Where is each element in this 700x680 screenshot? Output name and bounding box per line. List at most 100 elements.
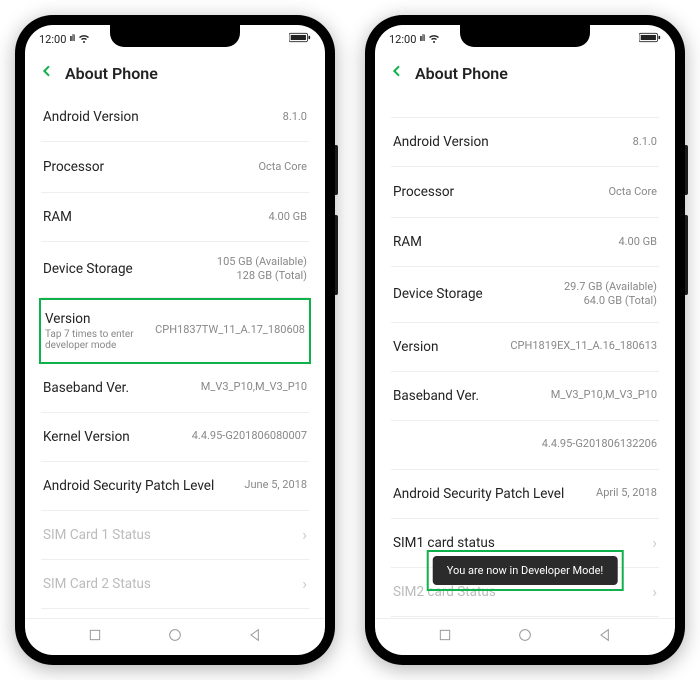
toast-developer-mode: You are now in Developer Mode! [433,556,618,585]
row-label: RAM [43,209,72,225]
row-partial-top[interactable]: ColorOS Version [391,93,659,118]
chevron-right-icon: › [652,582,657,601]
row-label: Android Version [393,134,489,150]
notch [110,25,240,47]
chevron-right-icon: › [652,533,657,552]
signal-icon: ıılI [69,34,74,44]
row-label: Device Storage [393,286,483,302]
row-label: SIM Card 1 Status [43,527,151,543]
chevron-right-icon: › [302,574,307,593]
row-label: Processor [393,184,454,200]
row-android-version[interactable]: Android Version 8.1.0 [41,93,309,142]
status-time: 12:00 [389,33,416,46]
side-button [335,145,338,195]
row-value: 4.4.95-G201806132206 [542,437,657,451]
row-processor[interactable]: Processor Octa Core [391,167,659,218]
storage-total: 64.0 GB (Total) [584,294,657,308]
row-value: CPH1819EX_11_A.16_180613 [510,339,657,353]
screen-left: 12:00 ıılI About Phone Android Version [25,25,325,655]
row-subtext: Tap 7 times to enter developer mode [45,329,155,351]
storage-total: 128 GB (Total) [236,269,307,283]
row-label: Android Version [43,109,139,125]
nav-recent-icon[interactable] [437,627,453,647]
row-value: M_V3_P10,M_V3_P10 [201,380,307,394]
wifi-icon [78,32,90,47]
row-version[interactable]: Version Tap 7 times to enter developer m… [41,300,309,362]
nav-bar [375,618,675,655]
row-baseband[interactable]: Baseband Ver. M_V3_P10,M_V3_P10 [41,364,309,413]
row-ram[interactable]: RAM 4.00 GB [41,193,309,242]
highlight-version: Version Tap 7 times to enter developer m… [39,298,311,364]
row-label: SIM1 card status [393,535,495,551]
row-processor[interactable]: Processor Octa Core [41,142,309,193]
toast-highlight: You are now in Developer Mode! [427,550,624,591]
row-android-version[interactable]: Android Version 8.1.0 [391,118,659,167]
nav-bar [25,618,325,655]
row-status[interactable]: Status › [41,609,309,618]
row-label: Baseband Ver. [393,388,479,404]
row-label: Device Storage [43,261,133,277]
row-baseband[interactable]: Baseband Ver. M_V3_P10,M_V3_P10 [391,372,659,421]
row-value: Octa Core [258,160,307,174]
row-ram[interactable]: RAM 4.00 GB [391,218,659,267]
battery-icon [289,32,311,46]
back-icon[interactable] [389,63,405,83]
row-label: Version [45,311,155,327]
row-label: Processor [43,159,104,175]
storage-available: 29.7 GB (Available) [564,280,657,294]
header: About Phone [375,51,675,93]
phone-right: 12:00 ıılI About Phone ColorOS Version [365,15,685,665]
chevron-right-icon: › [302,525,307,544]
row-value: 8.1.0 [633,135,657,149]
row-kernel[interactable]: Kernel Version 4.4.95-G201806080007 [41,413,309,462]
content-left: Android Version 8.1.0 Processor Octa Cor… [25,93,325,618]
row-label: RAM [393,234,422,250]
side-button [335,215,338,295]
row-value: Octa Core [608,185,657,199]
row-label: Baseband Ver. [43,380,129,396]
storage-available: 105 GB (Available) [217,255,307,269]
status-time: 12:00 [39,33,66,46]
row-label: Android Security Patch Level [43,478,214,494]
side-button [685,215,688,295]
row-sim1: SIM Card 1 Status › [41,511,309,560]
side-button [685,145,688,195]
wifi-icon [428,32,440,47]
nav-home-icon[interactable] [517,627,533,647]
page-title: About Phone [65,64,158,83]
content-right: ColorOS Version Android Version 8.1.0 Pr… [375,93,675,618]
row-value: 4.00 GB [618,235,657,249]
nav-home-icon[interactable] [167,627,183,647]
screen-right: 12:00 ıılI About Phone ColorOS Version [375,25,675,655]
notch [460,25,590,47]
nav-back-icon[interactable] [597,627,613,647]
nav-back-icon[interactable] [247,627,263,647]
row-value: June 5, 2018 [244,478,307,492]
row-value: 105 GB (Available) 128 GB (Total) [217,255,307,284]
row-device-storage[interactable]: Device Storage 29.7 GB (Available) 64.0 … [391,267,659,323]
row-device-storage[interactable]: Device Storage 105 GB (Available) 128 GB… [41,242,309,298]
row-value: CPH1837TW_11_A.17_180608 [155,323,305,337]
row-value: 4.00 GB [268,210,307,224]
battery-icon [639,32,661,46]
row-sim2: SIM Card 2 Status › [41,560,309,609]
row-label: Android Security Patch Level [393,486,564,502]
header: About Phone [25,51,325,93]
row-value: April 5, 2018 [596,486,657,500]
row-value: 8.1.0 [283,110,307,124]
row-label: SIM Card 2 Status [43,576,151,592]
row-value: 29.7 GB (Available) 64.0 GB (Total) [564,280,657,309]
back-icon[interactable] [39,63,55,83]
row-security-patch[interactable]: Android Security Patch Level June 5, 201… [41,462,309,511]
phone-left: 12:00 ıılI About Phone Android Version [15,15,335,665]
signal-icon: ıılI [419,34,424,44]
row-value: M_V3_P10,M_V3_P10 [551,388,657,402]
row-value: 4.4.95-G201806080007 [192,429,307,443]
row-version[interactable]: Version CPH1819EX_11_A.16_180613 [391,323,659,372]
row-label: Kernel Version [43,429,130,445]
row-security-patch[interactable]: Android Security Patch Level April 5, 20… [391,470,659,519]
page-title: About Phone [415,64,508,83]
row-label: Version [393,339,438,355]
nav-recent-icon[interactable] [87,627,103,647]
row-kernel[interactable]: 4.4.95-G201806132206 [391,421,659,470]
